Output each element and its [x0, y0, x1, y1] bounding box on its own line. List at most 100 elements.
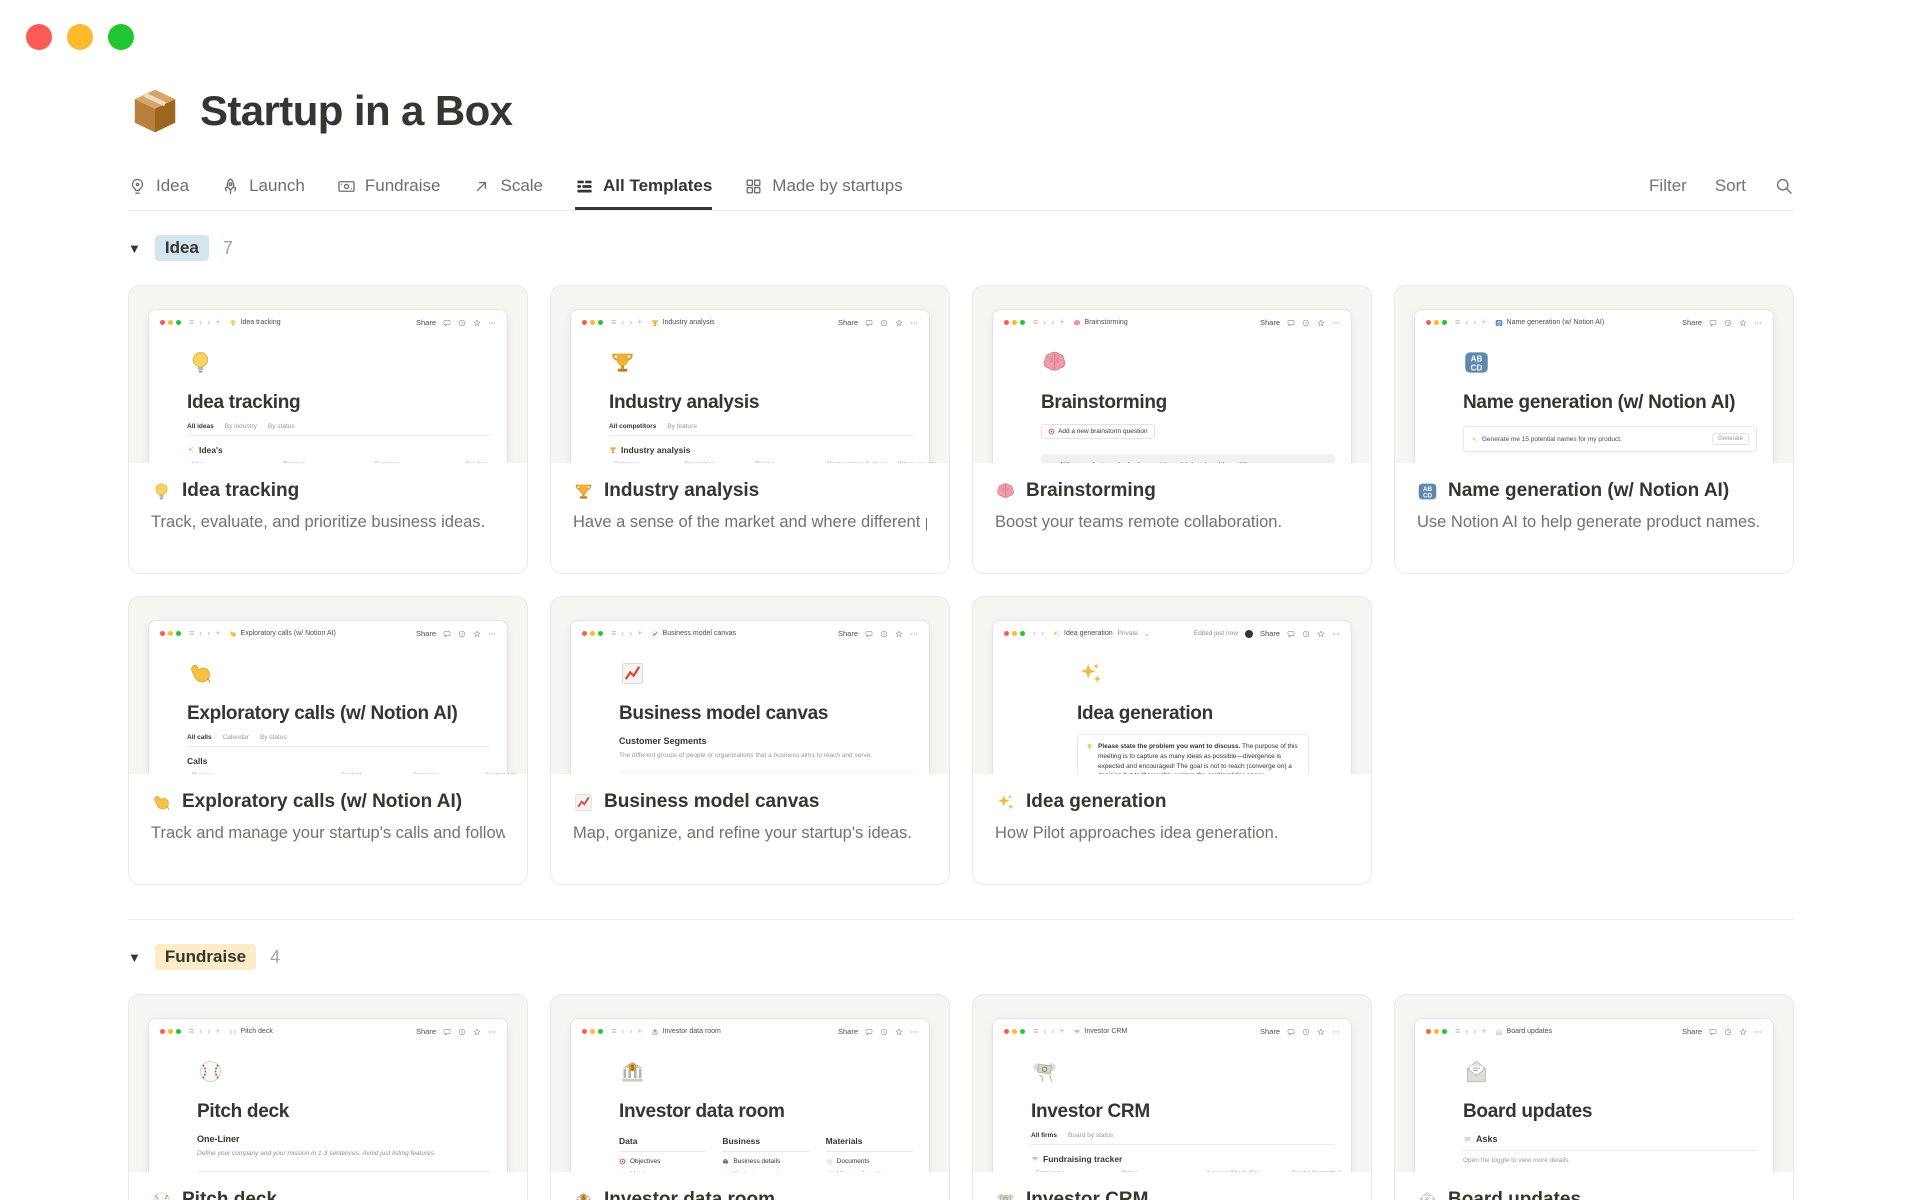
template-thumbnail: ≡ ‹ › + Business model canvas Share Busines…	[551, 597, 949, 791]
star-icon	[1739, 319, 1747, 327]
mini-browser-chrome: ≡ ‹ › + Exploratory calls (w/ Notion AI) Sh…	[149, 621, 507, 646]
mini-browser-chrome: ‹ › Idea generation Private ⌄ Edited just …	[993, 621, 1351, 646]
tab-launch[interactable]: Launch	[221, 162, 305, 210]
star-icon	[473, 319, 481, 327]
section-header-idea: ▼ Idea 7	[128, 235, 1794, 261]
section-toggle-icon[interactable]: ▼	[128, 950, 141, 965]
star-icon	[895, 319, 903, 327]
template-thumbnail: ≡ ‹ › + Investor CRM Share Investor CRM All…	[973, 995, 1371, 1189]
mini-browser-chrome: ≡ ‹ › + Industry analysis Share	[571, 310, 929, 335]
brain-emoji	[1041, 349, 1068, 376]
sparkles-emoji	[1052, 630, 1060, 638]
envelope-emoji	[1417, 1190, 1438, 1200]
clock-icon	[1724, 1028, 1732, 1036]
tab-all-templates[interactable]: All Templates	[575, 162, 712, 210]
filter-button[interactable]: Filter	[1649, 176, 1687, 196]
section-toggle-icon[interactable]: ▼	[128, 241, 141, 256]
mini-browser-chrome: ≡ ‹ › + Pitch deck Share	[149, 1019, 507, 1044]
more-icon	[488, 630, 496, 638]
tab-fundraise[interactable]: Fundraise	[337, 162, 440, 210]
section-badge: Fundraise	[154, 944, 257, 970]
tab-bar: Idea Launch Fundraise Scale All Template…	[128, 162, 1794, 211]
lightbulb-emoji	[187, 349, 214, 376]
mini-traffic-lights	[160, 320, 181, 325]
template-card-name-generation[interactable]: ≡ ‹ › + AB CD Name generation (w/ Notion AI) …	[1394, 285, 1794, 574]
minimize-window-button[interactable]	[67, 24, 93, 50]
comment-icon	[1287, 630, 1295, 638]
star-icon	[1739, 1028, 1747, 1036]
new-tab-icon: +	[215, 317, 221, 327]
clock-icon	[1724, 319, 1732, 327]
card-title: Brainstorming	[1026, 480, 1156, 501]
template-card-investor-crm[interactable]: ≡ ‹ › + Investor CRM Share Investor CRM All…	[972, 994, 1372, 1200]
section-count: 7	[222, 237, 233, 258]
window-controls	[26, 24, 134, 50]
template-card-business-model-canvas[interactable]: ≡ ‹ › + Business model canvas Share Busines…	[550, 596, 950, 885]
call-me-emoji	[229, 630, 237, 638]
template-card-idea-generation[interactable]: ‹ › Idea generation Private ⌄ Edited just …	[972, 596, 1372, 885]
template-thumbnail: ≡ ‹ › + Pitch deck Share Pitch deck One-Lin…	[129, 995, 527, 1189]
menu-icon: ≡	[189, 317, 195, 327]
mini-browser-chrome: ≡ ‹ › + Board updates Share	[1415, 1019, 1773, 1044]
envelope-emoji	[1463, 1058, 1490, 1085]
comment-icon	[1709, 319, 1717, 327]
privacy-scope: Private	[1117, 630, 1138, 637]
svg-text:CD: CD	[1497, 323, 1501, 326]
money-wings-emoji	[995, 1190, 1016, 1200]
template-card-idea-tracking[interactable]: ≡ ‹ › + Idea tracking Share Idea tracking A…	[128, 285, 528, 574]
card-description: Use Notion AI to help generate product n…	[1417, 513, 1761, 531]
star-icon	[473, 1028, 481, 1036]
tab-idea[interactable]: Idea	[128, 162, 189, 210]
card-title: Investor CRM	[1026, 1189, 1149, 1200]
card-title: Business model canvas	[604, 791, 820, 812]
template-thumbnail: ≡ ‹ › + $ Investor data room Share $ Investo…	[551, 995, 949, 1189]
template-card-pitch-deck[interactable]: ≡ ‹ › + Pitch deck Share Pitch deck One-Lin…	[128, 994, 528, 1200]
search-icon[interactable]	[1774, 176, 1794, 196]
tab-scale[interactable]: Scale	[472, 162, 543, 210]
clock-icon	[458, 1028, 466, 1036]
forward-icon: ›	[207, 317, 211, 327]
document-icon	[826, 1158, 833, 1165]
template-card-board-updates[interactable]: ≡ ‹ › + Board updates Share Board updates A…	[1394, 994, 1794, 1200]
lightbulb-icon	[1086, 743, 1093, 750]
trophy-emoji	[609, 349, 636, 376]
bank-emoji: $	[651, 1028, 659, 1036]
tab-made-by-startups[interactable]: Made by startups	[744, 162, 903, 210]
template-thumbnail: ‹ › Idea generation Private ⌄ Edited just …	[973, 597, 1371, 791]
sort-button[interactable]: Sort	[1715, 176, 1746, 196]
card-description: How Pilot approaches idea generation.	[995, 824, 1279, 842]
chart-up-emoji	[651, 630, 659, 638]
money-wings-icon	[1031, 1155, 1039, 1163]
money-wings-emoji	[1031, 1058, 1058, 1085]
arrow-up-right-icon	[472, 177, 491, 196]
zoom-window-button[interactable]	[108, 24, 134, 50]
comment-icon	[865, 1028, 873, 1036]
card-description: Boost your teams remote collaboration.	[995, 513, 1283, 531]
card-description: Have a sense of the market and where dif…	[573, 513, 927, 531]
section-header-fundraise: ▼ Fundraise 4	[128, 944, 1794, 970]
chart-up-emoji	[573, 792, 594, 813]
more-icon	[1754, 1028, 1762, 1036]
section-count: 4	[270, 946, 281, 967]
card-title: Exploratory calls (w/ Notion AI)	[182, 791, 463, 812]
grid-icon	[575, 177, 594, 196]
comment-icon	[865, 319, 873, 327]
mini-browser-chrome: ≡ ‹ › + Investor CRM Share	[993, 1019, 1351, 1044]
more-icon	[1332, 630, 1340, 638]
template-grid-idea: ≡ ‹ › + Idea tracking Share Idea tracking A…	[128, 285, 1794, 885]
template-card-industry-analysis[interactable]: ≡ ‹ › + Industry analysis Share Industry an…	[550, 285, 950, 574]
share-label: Share	[415, 318, 436, 327]
template-card-exploratory-calls[interactable]: ≡ ‹ › + Exploratory calls (w/ Notion AI) Sh…	[128, 596, 528, 885]
star-icon	[895, 630, 903, 638]
card-title: Investor data room	[604, 1189, 776, 1200]
more-icon	[910, 319, 918, 327]
close-window-button[interactable]	[26, 24, 52, 50]
template-card-investor-data-room[interactable]: ≡ ‹ › + $ Investor data room Share $ Investo…	[550, 994, 950, 1200]
baseball-emoji	[197, 1058, 224, 1085]
abcd-emoji: AB CD	[1463, 349, 1490, 376]
card-title: Industry analysis	[604, 480, 760, 501]
banknote-icon	[337, 177, 356, 196]
template-card-brainstorming[interactable]: ≡ ‹ › + Brainstorming Share Brainstorming A…	[972, 285, 1372, 574]
card-title: Board updates	[1448, 1189, 1582, 1200]
more-icon	[1332, 319, 1340, 327]
